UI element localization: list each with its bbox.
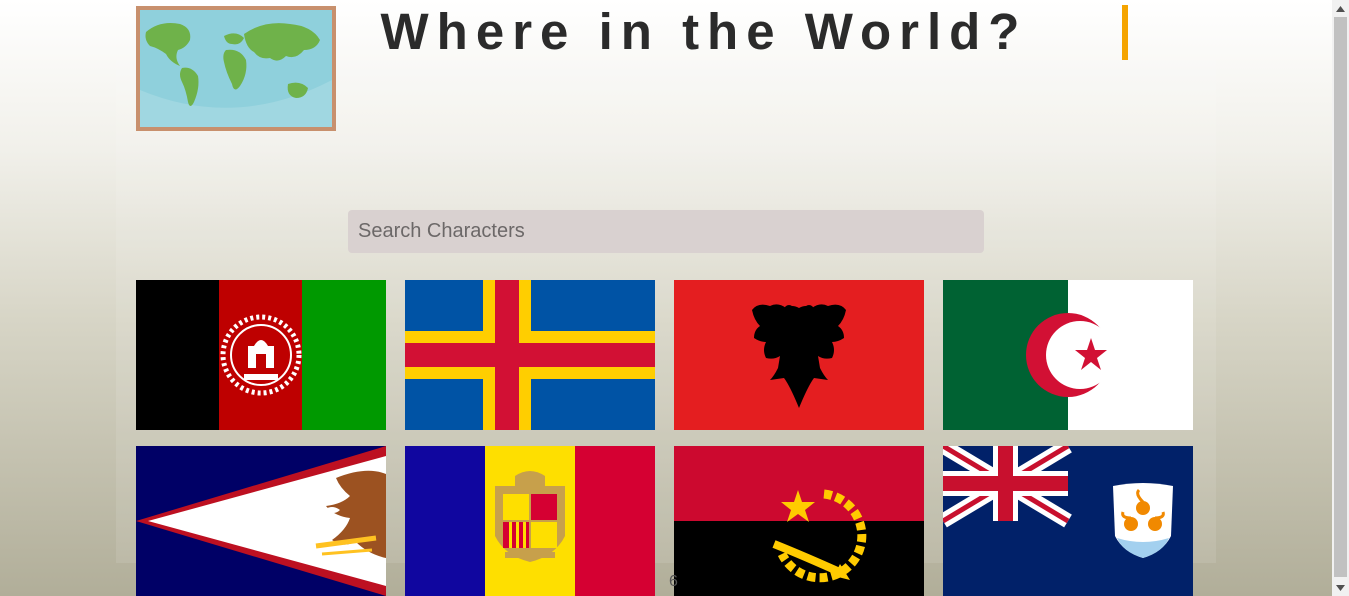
angola-flag-icon <box>674 446 924 596</box>
flag-card-anguilla[interactable] <box>943 446 1193 596</box>
flag-card-aland-islands[interactable] <box>405 280 655 430</box>
vertical-scrollbar[interactable] <box>1332 0 1349 596</box>
accent-bar <box>1122 5 1128 60</box>
afghanistan-flag-icon <box>136 280 386 430</box>
scroll-thumb[interactable] <box>1334 17 1347 577</box>
andorra-flag-icon <box>405 446 655 596</box>
flag-card-algeria[interactable] <box>943 280 1193 430</box>
aland-flag-icon <box>405 280 655 430</box>
footer-text: 6 <box>669 573 678 590</box>
world-map-logo <box>136 6 336 131</box>
page-title: Where in the World? <box>380 3 1028 60</box>
search-input[interactable] <box>348 210 984 253</box>
flag-card-andorra[interactable] <box>405 446 655 596</box>
flag-card-albania[interactable] <box>674 280 924 430</box>
flag-card-american-samoa[interactable] <box>136 446 386 596</box>
flag-card-angola[interactable] <box>674 446 924 596</box>
flag-card-afghanistan[interactable] <box>136 280 386 430</box>
scroll-down-arrow-icon[interactable] <box>1332 579 1349 596</box>
world-map-icon <box>140 10 332 127</box>
albania-flag-icon <box>674 280 924 430</box>
scroll-up-arrow-icon[interactable] <box>1332 0 1349 17</box>
american-samoa-flag-icon <box>136 446 386 596</box>
algeria-flag-icon <box>943 280 1193 430</box>
anguilla-flag-icon <box>943 446 1193 596</box>
